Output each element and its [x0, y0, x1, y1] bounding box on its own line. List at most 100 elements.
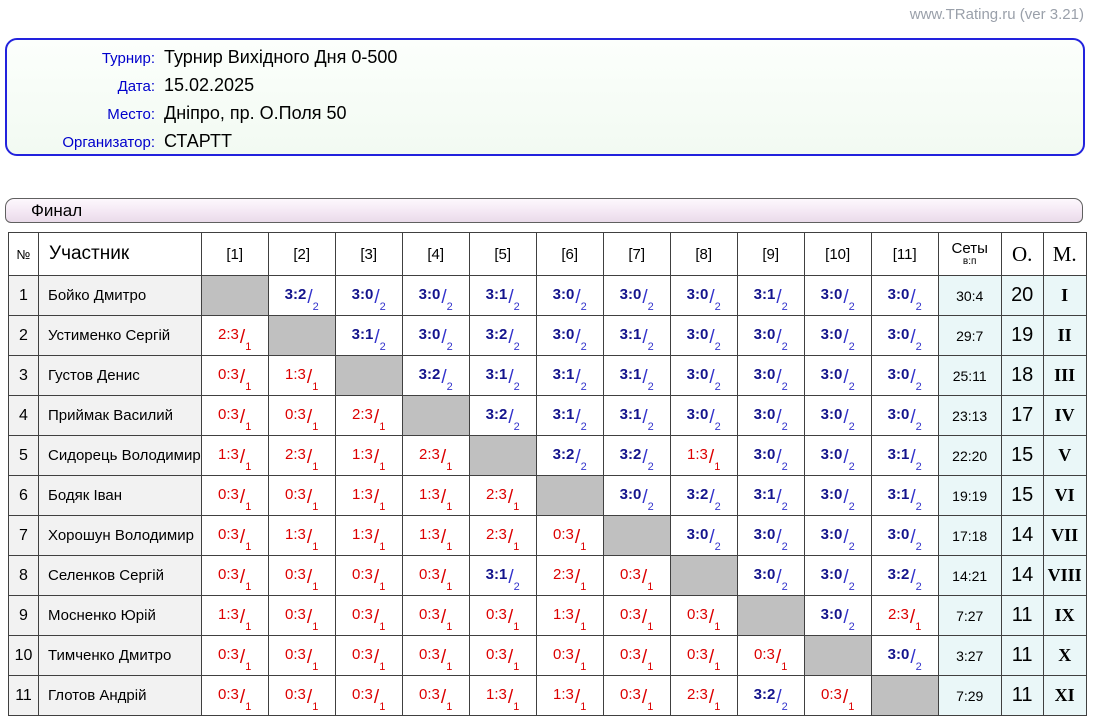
match-score: 0:3	[486, 606, 507, 623]
points-value: 1	[647, 701, 653, 713]
points-value: 2	[782, 501, 788, 513]
match-score: 3:0	[821, 406, 843, 423]
score-cell: 0:3/1	[268, 396, 335, 436]
match-points: /2	[508, 570, 519, 587]
score-cell: 0:3/1	[402, 596, 469, 636]
score-cell: 0:3/1	[402, 676, 469, 716]
score-cell: 3:0/2	[536, 316, 603, 356]
match-points: /2	[843, 490, 854, 507]
score-cell: 3:0/2	[871, 276, 938, 316]
match-points: /2	[843, 330, 854, 347]
match-score: 3:1	[754, 486, 776, 503]
match-points: /2	[776, 690, 787, 707]
match-points: /2	[843, 450, 854, 467]
score-cell: 1:3/1	[670, 436, 737, 476]
match-points: /1	[307, 610, 318, 627]
score-cell: 0:3/1	[536, 636, 603, 676]
match-points: /1	[441, 570, 452, 587]
match-points: /2	[508, 330, 519, 347]
match-points: /1	[709, 450, 720, 467]
points-value: 1	[379, 461, 385, 473]
points-value: 2	[447, 381, 453, 393]
match-points: /2	[307, 290, 318, 307]
row-number: 11	[9, 676, 39, 716]
score-cell: 3:0/2	[871, 396, 938, 436]
match-score: 0:3	[419, 566, 440, 583]
match-score: 1:3	[419, 526, 440, 543]
match-points: /1	[843, 690, 854, 707]
match-points: /1	[240, 370, 251, 387]
table-row: 9Мосненко Юрій1:3/10:3/10:3/10:3/10:3/11…	[9, 596, 1087, 636]
match-score: 3:2	[754, 686, 776, 703]
match-points: /1	[508, 490, 519, 507]
match-score: 1:3	[486, 686, 507, 703]
points-value: 1	[446, 541, 452, 553]
match-score: 3:0	[687, 326, 709, 343]
points-value: 1	[580, 621, 586, 633]
score-cell: 1:3/1	[201, 596, 268, 636]
match-score: 3:2	[888, 566, 910, 583]
points-value: 2	[380, 341, 386, 353]
score-cell: 0:3/1	[335, 596, 402, 636]
points-value: 2	[514, 581, 520, 593]
score-cell: 3:1/2	[603, 396, 670, 436]
match-points: /2	[910, 570, 921, 587]
column-header-match-1: [1]	[201, 233, 268, 276]
points-value: 1	[245, 581, 251, 593]
match-points: /1	[307, 650, 318, 667]
match-score: 0:3	[419, 686, 440, 703]
match-score: 0:3	[486, 646, 507, 663]
match-points: /2	[843, 570, 854, 587]
points-value: 2	[782, 541, 788, 553]
points-total: 20	[1001, 276, 1043, 316]
score-cell: 0:3/1	[670, 636, 737, 676]
column-header-place: М.	[1043, 233, 1086, 276]
match-score: 3:0	[754, 526, 776, 543]
diagonal-cell	[603, 516, 670, 556]
points-value: 2	[916, 501, 922, 513]
match-points: /1	[307, 490, 318, 507]
score-cell: 0:3/1	[268, 556, 335, 596]
points-value: 2	[916, 301, 922, 313]
match-points: /1	[240, 530, 251, 547]
match-score: 3:0	[888, 326, 910, 343]
match-points: /1	[709, 690, 720, 707]
points-total: 14	[1001, 516, 1043, 556]
diagonal-cell	[402, 396, 469, 436]
score-cell: 3:1/2	[536, 396, 603, 436]
points-value: 1	[379, 661, 385, 673]
match-score: 2:3	[352, 406, 373, 423]
score-cell: 3:0/2	[737, 316, 804, 356]
points-value: 1	[446, 461, 452, 473]
match-score: 0:3	[687, 646, 708, 663]
row-number: 6	[9, 476, 39, 516]
score-cell: 3:0/2	[536, 276, 603, 316]
score-cell: 3:2/2	[268, 276, 335, 316]
points-value: 1	[245, 421, 251, 433]
sets-total: 7:29	[938, 676, 1001, 716]
match-score: 0:3	[218, 366, 239, 383]
match-points: /1	[575, 610, 586, 627]
match-points: /2	[709, 330, 720, 347]
match-score: 0:3	[285, 406, 306, 423]
match-score: 2:3	[285, 446, 306, 463]
table-row: 10Тимченко Дмитро0:3/10:3/10:3/10:3/10:3…	[9, 636, 1087, 676]
match-points: /1	[374, 490, 385, 507]
match-score: 3:0	[754, 326, 776, 343]
row-number: 9	[9, 596, 39, 636]
score-cell: 3:1/2	[871, 476, 938, 516]
match-score: 1:3	[352, 526, 373, 543]
score-cell: 3:0/2	[804, 476, 871, 516]
score-cell: 2:3/1	[402, 436, 469, 476]
points-value: 2	[514, 421, 520, 433]
column-header-match-10: [10]	[804, 233, 871, 276]
score-cell: 2:3/1	[469, 476, 536, 516]
points-value: 2	[447, 341, 453, 353]
score-cell: 3:1/2	[737, 476, 804, 516]
diagonal-cell	[201, 276, 268, 316]
sets-total: 7:27	[938, 596, 1001, 636]
match-score: 3:1	[553, 406, 575, 423]
score-cell: 1:3/1	[402, 476, 469, 516]
column-header-sets: Сетыв:п	[938, 233, 1001, 276]
column-header-match-8: [8]	[670, 233, 737, 276]
